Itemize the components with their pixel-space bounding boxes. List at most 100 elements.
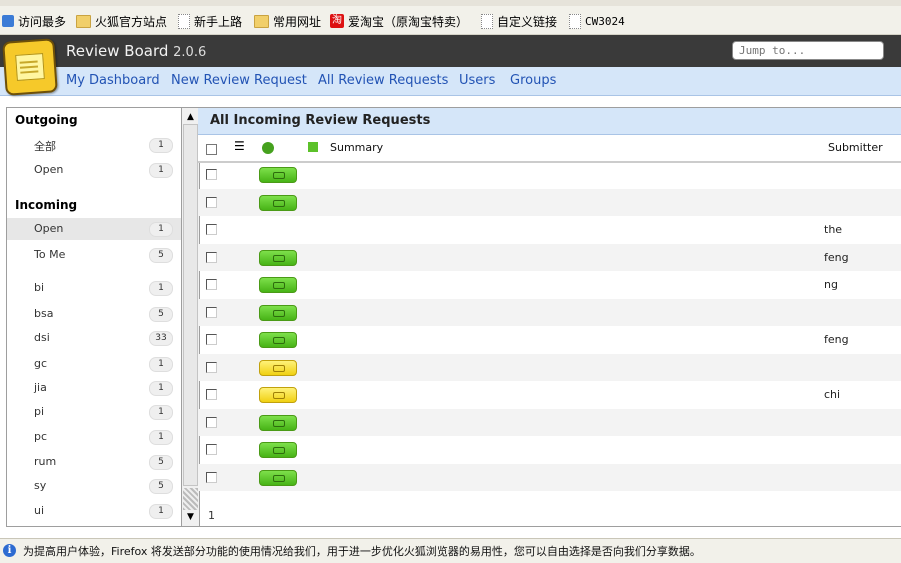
row-checkbox[interactable] [206, 389, 217, 400]
outgoing-heading: Outgoing [15, 113, 78, 127]
sidebar-item-label: 全部 [34, 140, 56, 153]
ship-it-column-icon[interactable] [262, 142, 274, 154]
row-checkbox[interactable] [206, 251, 217, 263]
sidebar-item-group-rum[interactable]: rum 5 [7, 451, 182, 473]
table-row[interactable] [198, 408, 901, 436]
sidebar-item-outgoing-open[interactable]: Open 1 [7, 159, 182, 181]
star-icon [2, 15, 14, 27]
row-checkbox[interactable] [206, 196, 217, 208]
column-header-row: ☰ Summary Submitter [198, 135, 901, 163]
table-row[interactable] [198, 188, 901, 216]
column-edit-icon[interactable]: ☰ [234, 139, 246, 153]
select-column-checkbox[interactable] [206, 144, 217, 155]
ship-it-glyph [273, 199, 285, 207]
row-submitter[interactable]: ng [824, 278, 838, 291]
sidebar-item-label: gc [34, 357, 48, 370]
table-row[interactable] [198, 463, 901, 491]
row-submitter[interactable]: feng [824, 333, 849, 346]
nav-new-review-request[interactable]: New Review Request [171, 73, 307, 88]
bookmark-taobao[interactable]: 淘 爱淘宝（原淘宝特卖） [330, 12, 468, 30]
sidebar-item-label: dsi [34, 331, 50, 344]
sidebar-item-label: To Me [34, 248, 66, 261]
new-updates-column-icon[interactable] [308, 142, 318, 152]
jump-to-input[interactable] [732, 41, 884, 60]
row-checkbox[interactable] [206, 444, 217, 455]
row-checkbox[interactable] [206, 334, 217, 345]
sidebar-item-label: bi [34, 281, 45, 294]
incoming-heading: Incoming [15, 198, 78, 212]
bookmark-common-sites[interactable]: 常用网址 [254, 12, 321, 30]
nav-my-dashboard[interactable]: My Dashboard [66, 73, 160, 88]
table-row[interactable]: chi [198, 381, 901, 408]
sidebar-item-group-pc[interactable]: pc 1 [7, 426, 182, 448]
review-request-panel: All Incoming Review Requests ☰ Summary S… [198, 107, 901, 527]
table-row[interactable]: ng [198, 271, 901, 298]
ship-it-icon [259, 332, 297, 348]
table-row[interactable]: the [198, 216, 901, 243]
sidebar-item-count: 1 [149, 504, 173, 519]
bookmark-label: 新手上路 [194, 14, 243, 29]
sidebar-item-incoming-open[interactable]: Open 1 [7, 218, 182, 240]
table-row[interactable] [198, 436, 901, 463]
page-number[interactable]: 1 [208, 509, 215, 522]
table-row[interactable] [198, 353, 901, 381]
scroll-down-icon[interactable]: ▼ [184, 511, 197, 523]
ship-it-glyph [273, 282, 285, 289]
sidebar-item-group-jia[interactable]: jia 1 [7, 377, 182, 399]
sidebar-item-group-ui[interactable]: ui 1 [7, 500, 182, 522]
row-checkbox[interactable] [206, 169, 217, 180]
table-row[interactable]: feng [198, 326, 901, 353]
table-row[interactable]: feng [198, 243, 901, 271]
bookmark-custom-links[interactable]: 自定义链接 [481, 12, 557, 30]
bookmark-cw3024[interactable]: CW3024 [569, 12, 625, 30]
row-submitter[interactable]: chi [824, 388, 840, 401]
row-checkbox[interactable] [206, 471, 217, 483]
page-icon [178, 13, 190, 29]
sidebar-item-label: pc [34, 430, 48, 443]
sidebar-item-group-gc[interactable]: gc 1 [7, 353, 182, 375]
ship-it-glyph [273, 447, 285, 454]
sidebar-item-group-sy[interactable]: sy 5 [7, 475, 182, 497]
table-row[interactable] [198, 298, 901, 326]
bookmark-getting-started[interactable]: 新手上路 [178, 12, 242, 30]
sidebar-item-count: 5 [149, 479, 173, 494]
sidebar-item-label: Open [34, 163, 64, 176]
pagination[interactable]: 1 [208, 509, 215, 522]
sidebar-item-label: rum [34, 455, 57, 468]
table-row[interactable] [198, 161, 901, 188]
ship-it-glyph [273, 254, 285, 262]
page-icon [481, 13, 493, 29]
row-submitter[interactable]: the [824, 223, 842, 236]
column-submitter[interactable]: Submitter [828, 141, 883, 154]
site-name: Review Board [66, 42, 169, 60]
row-checkbox[interactable] [206, 279, 217, 290]
sidebar-item-group-bsa[interactable]: bsa 5 [7, 303, 182, 325]
nav-groups[interactable]: Groups [510, 73, 556, 88]
sidebar-item-to-me[interactable]: To Me 5 [7, 244, 182, 266]
sidebar-item-outgoing-all[interactable]: 全部 1 [7, 134, 182, 156]
row-submitter[interactable]: feng [824, 251, 849, 264]
scrollbar-thumb[interactable] [183, 124, 198, 486]
review-board-logo[interactable] [2, 38, 58, 96]
sidebar-item-group-bi[interactable]: bi 1 [7, 277, 182, 299]
row-checkbox[interactable] [206, 306, 217, 318]
row-checkbox[interactable] [206, 361, 217, 373]
sidebar-item-group-dsi[interactable]: dsi 33 [7, 327, 182, 349]
sidebar-item-group-pi[interactable]: pi 1 [7, 401, 182, 423]
sidebar-item-label: sy [34, 479, 47, 492]
sidebar-item-count: 5 [149, 455, 173, 470]
scroll-up-icon[interactable]: ▲ [184, 111, 197, 123]
row-checkbox[interactable] [206, 224, 217, 235]
nav-users[interactable]: Users [459, 73, 495, 88]
site-version: 2.0.6 [173, 45, 207, 60]
ship-it-icon [259, 277, 297, 293]
row-checkbox[interactable] [206, 416, 217, 428]
bookmark-label: 自定义链接 [497, 14, 558, 29]
bookmark-most-visited[interactable]: 访问最多 [2, 12, 66, 30]
column-summary[interactable]: Summary [330, 141, 383, 154]
nav-all-review-requests[interactable]: All Review Requests [318, 73, 448, 88]
bookmarks-toolbar: 访问最多 火狐官方站点 新手上路 常用网址 淘 爱淘宝（原淘宝特卖） 自定义链接… [0, 0, 901, 35]
bookmark-firefox-official[interactable]: 火狐官方站点 [76, 12, 167, 30]
panel-title-bar: All Incoming Review Requests [198, 108, 901, 135]
ship-it-glyph [273, 392, 285, 399]
